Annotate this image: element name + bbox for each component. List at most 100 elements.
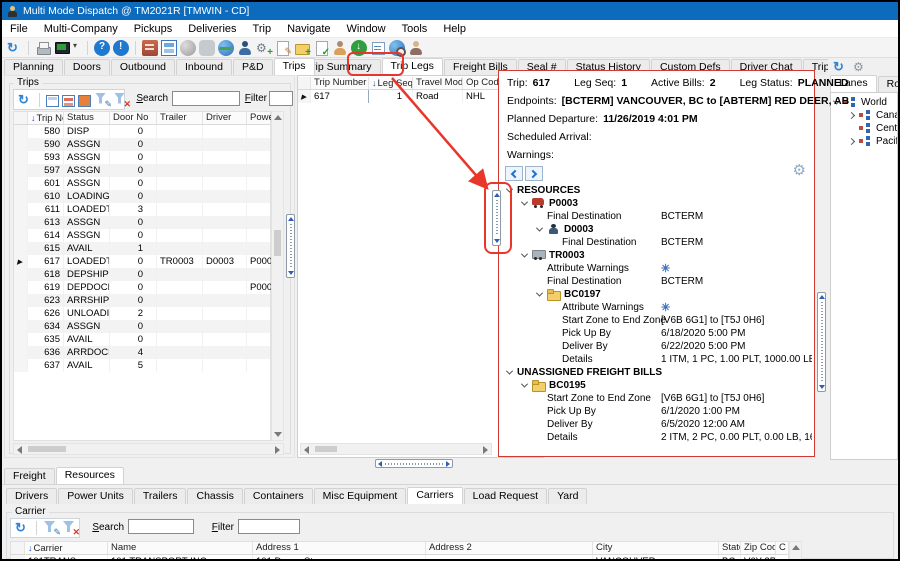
gear-add-icon[interactable] [256,40,272,56]
tree-expander-icon[interactable] [848,112,855,119]
trips-filter-input[interactable] [269,91,293,106]
menu-item[interactable]: Pickups [126,22,181,36]
menu-item[interactable]: Help [435,22,474,36]
tree-row[interactable]: Details 2 ITM, 2 PC, 0.00 PLT, 0.00 LB, … [501,431,812,444]
tree-row[interactable]: Deliver By 6/5/2020 12:00 AM [501,418,812,431]
split-view-icon[interactable] [161,40,177,56]
table-row[interactable]: 617 LOADEDTO 0 TR0003 D0003 P0003 [14,255,270,268]
refresh-icon[interactable] [14,520,30,536]
table-row[interactable]: 597 ASSGN 0 [14,164,270,177]
tree-row[interactable]: Pick Up By 6/1/2020 1:00 PM [501,405,812,418]
help-icon[interactable] [94,40,110,56]
menu-item[interactable]: Tools [394,22,436,36]
tree-row[interactable]: Attribute Warnings [501,301,812,314]
tree-row[interactable]: TR0003 [501,249,812,262]
view-white-icon[interactable] [46,95,59,107]
carrier-filter-input[interactable] [238,519,300,534]
tree-row[interactable]: RESOURCES [501,184,812,197]
caret-icon[interactable] [73,40,81,56]
table-row[interactable]: 613 ASSGN 0 [14,216,270,229]
tree-row[interactable]: Start Zone to End Zone [V6B 6G1] to [T5J… [501,314,812,327]
trips-search-input[interactable] [172,91,240,106]
tree-row[interactable]: Start Zone to End Zone [V6B 6G1] to [T5J… [501,392,812,405]
tab[interactable]: Load Request [464,488,547,504]
table-row[interactable]: 593 ASSGN 0 [14,151,270,164]
globe-search-icon[interactable] [389,40,405,56]
tab[interactable]: Carriers [407,487,462,504]
download-icon[interactable] [351,40,367,56]
filter-edit-icon[interactable] [94,92,110,108]
folder-add-icon[interactable] [294,40,310,56]
table-row[interactable]: 618 DEPSHIP 0 [14,268,270,281]
tree-expander-icon[interactable] [521,199,528,206]
tree-row[interactable]: Pick Up By 6/18/2020 5:00 PM [501,327,812,340]
tree-row[interactable]: Final Destination BCTERM [501,275,812,288]
next-leg-button[interactable] [525,166,543,181]
table-row[interactable]: 636 ARRDOCK 4 [14,346,270,359]
tree-row[interactable]: Details 1 ITM, 1 PC, 1.00 PLT, 1000.00 L… [501,353,812,366]
carrier-search-input[interactable] [128,519,194,534]
tree-row[interactable]: BC0195 [501,379,812,392]
tab[interactable]: P&D [233,59,273,75]
table-row[interactable]: 634 ASSGN 0 [14,320,270,333]
menu-item[interactable]: Window [339,22,394,36]
screens-icon[interactable] [54,40,70,56]
trip-legs-horizontal-scrollbar[interactable] [300,443,492,455]
tree-expander-icon[interactable] [848,138,855,145]
table-row[interactable]: 101TRANS 101 TRANSPORT INC 101 Davey St … [11,555,788,561]
tab[interactable]: Outbound [111,59,175,75]
table-row[interactable]: 637 AVAIL 5 [14,359,270,372]
chat-gray-icon[interactable] [199,40,215,56]
view-red-icon[interactable] [62,95,75,107]
list-view-icon[interactable] [370,40,386,56]
tab[interactable]: Containers [244,488,313,504]
alert-icon[interactable] [113,40,129,56]
print-icon[interactable] [35,40,51,56]
user-edit-icon[interactable] [332,40,348,56]
settings-icon[interactable] [852,59,868,75]
tree-expander-icon[interactable] [536,225,543,232]
middle-splitter[interactable] [492,190,501,246]
refresh-icon[interactable] [6,40,22,56]
menu-item[interactable]: Trip [245,22,280,36]
note-edit-icon[interactable] [275,40,291,56]
tab[interactable]: Routes [878,76,900,92]
previous-leg-button[interactable] [505,166,523,181]
menu-item[interactable]: Navigate [279,22,338,36]
tree-expander-icon[interactable] [521,251,528,258]
tree-row[interactable]: Pacific La [831,135,897,148]
filter-clear-icon[interactable] [62,520,78,536]
menu-item[interactable]: Multi-Company [36,22,126,36]
tab[interactable]: Trip Legs [382,58,443,75]
tree-row[interactable]: UNASSIGNED FREIGHT BILLS [501,366,812,379]
table-row[interactable]: 601 ASSGN 0 [14,177,270,190]
filter-clear-icon[interactable] [113,92,129,108]
contact-icon[interactable] [408,40,424,56]
filter-edit-icon[interactable] [43,520,59,536]
tab[interactable]: Drivers [6,488,57,504]
doc-check-icon[interactable] [313,40,329,56]
table-row[interactable]: 626 UNLOADING 2 [14,307,270,320]
tab[interactable]: Chassis [187,488,242,504]
carrier-vertical-scrollbar[interactable] [789,541,802,560]
right-panel-splitter[interactable] [817,292,826,392]
table-row[interactable]: 610 LOADING 0 [14,190,270,203]
globe-gray-icon[interactable] [180,40,196,56]
tree-row[interactable]: Deliver By 6/22/2020 5:00 PM [501,340,812,353]
tab[interactable]: Doors [64,59,110,75]
tree-row[interactable]: Attribute Warnings [501,262,812,275]
table-row[interactable]: 614 ASSGN 0 [14,229,270,242]
tree-expander-icon[interactable] [536,290,543,297]
tree-expander-icon[interactable] [506,186,513,193]
table-row[interactable]: 623 ARRSHIP 0 [14,294,270,307]
tree-row[interactable]: Final Destination BCTERM [501,210,812,223]
table-row[interactable]: 580 DISP 0 [14,125,270,138]
table-row[interactable]: 590 ASSGN 0 [14,138,270,151]
stamp-icon[interactable] [142,40,158,56]
table-row[interactable]: 619 DEPDOCK 0 P0003 [14,281,270,294]
tab[interactable]: Inbound [176,59,232,75]
title-bar[interactable]: Multi Mode Dispatch @ TM2021R [TMWIN - C… [2,2,898,20]
globe-icon[interactable] [218,40,234,56]
tab[interactable]: Trips [274,58,315,75]
gear-icon[interactable] [793,161,806,180]
